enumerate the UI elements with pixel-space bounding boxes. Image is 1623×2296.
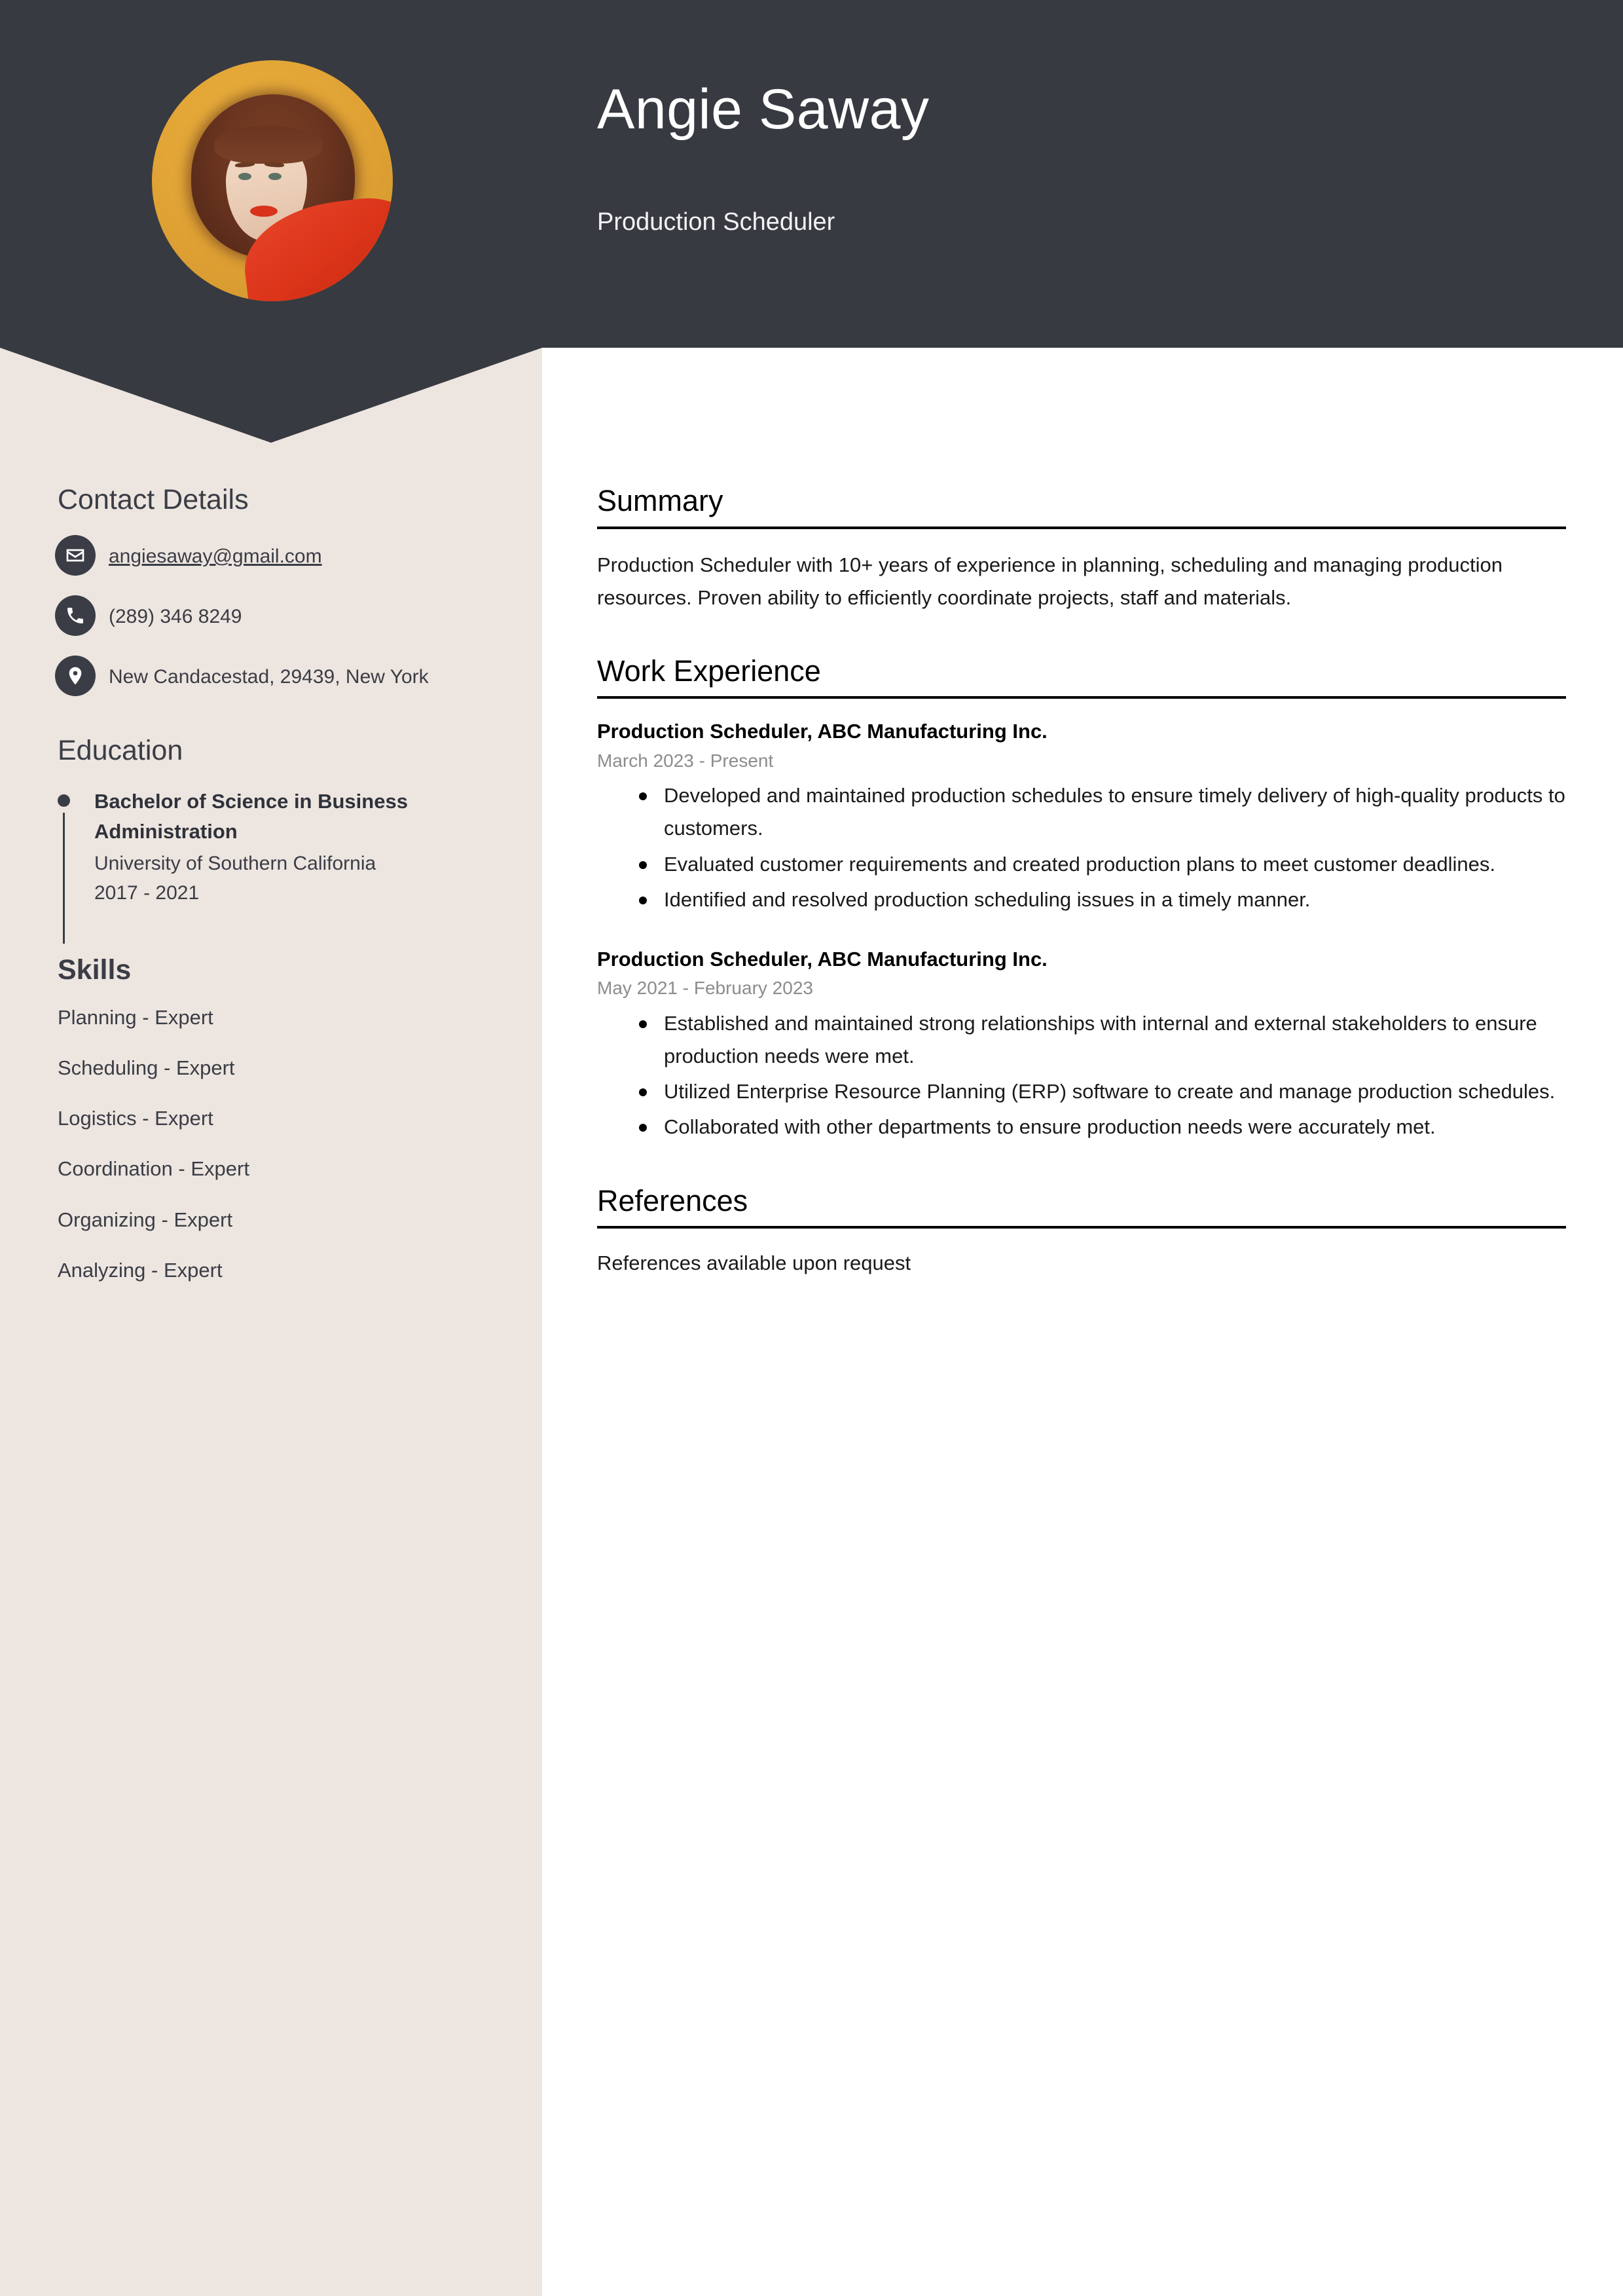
job-dates: March 2023 - Present (597, 750, 774, 771)
work-experience-divider (597, 696, 1566, 699)
avatar-bangs (214, 126, 322, 164)
summary-heading: Summary (597, 484, 723, 517)
references-text: References available upon request (597, 1251, 911, 1275)
avatar (152, 60, 393, 301)
job-title: Production Scheduler, ABC Manufacturing … (597, 948, 1048, 971)
summary-divider (597, 526, 1566, 529)
summary-text: Production Scheduler with 10+ years of e… (597, 553, 1503, 609)
main-content: Summary Production Scheduler with 10+ ye… (597, 485, 1566, 1320)
candidate-name: Angie Saway (597, 78, 930, 141)
job-entry: Production Scheduler, ABC Manufacturing … (597, 946, 1566, 1144)
contact-email-value[interactable]: angiesaway@gmail.com (109, 535, 322, 571)
references-section: References References available upon req… (597, 1185, 1566, 1279)
skills-heading: Skills (58, 954, 132, 986)
education-section: Education Bachelor of Science in Busines… (0, 735, 542, 944)
phone-icon (55, 595, 96, 637)
job-bullet: Established and maintained strong relati… (639, 1007, 1566, 1073)
job-bullet: Evaluated customer requirements and crea… (639, 848, 1566, 881)
education-bullet-icon (58, 794, 70, 807)
education-item: Bachelor of Science in Business Administ… (58, 787, 513, 944)
job-title: Production Scheduler, ABC Manufacturing … (597, 720, 1048, 743)
job-entry: Production Scheduler, ABC Manufacturing … (597, 718, 1566, 916)
contact-item-phone[interactable]: (289) 346 8249 (55, 595, 487, 637)
skill-item: Planning - Expert (58, 1005, 213, 1029)
references-divider (597, 1226, 1566, 1229)
job-bullet: Developed and maintained production sche… (639, 779, 1566, 845)
skill-item: Analyzing - Expert (58, 1258, 223, 1282)
education-school: University of Southern California (94, 852, 376, 874)
contact-item-email[interactable]: angiesaway@gmail.com (55, 535, 487, 576)
avatar-eye-right (268, 173, 282, 180)
work-experience-heading: Work Experience (597, 654, 821, 688)
sidebar: Contact Details angiesaway@gmail.com (28… (0, 484, 542, 1308)
contact-address-value: New Candacestad, 29439, New York (109, 666, 429, 688)
contact-details-heading: Contact Details (58, 484, 249, 515)
avatar-eye-left (238, 173, 251, 180)
education-dates: 2017 - 2021 (94, 881, 200, 904)
job-bullet: Collaborated with other departments to e… (639, 1111, 1566, 1143)
avatar-lips (250, 206, 278, 217)
envelope-icon (55, 535, 96, 576)
job-bullet-list: Established and maintained strong relati… (597, 1007, 1566, 1144)
education-heading: Education (58, 735, 183, 767)
contact-phone-value: (289) 346 8249 (109, 606, 242, 628)
contact-details-section: Contact Details angiesaway@gmail.com (28… (0, 484, 542, 697)
skill-item: Coordination - Expert (58, 1157, 249, 1181)
education-timeline-line (63, 812, 65, 944)
location-pin-icon (55, 656, 96, 697)
job-dates: May 2021 - February 2023 (597, 978, 813, 999)
skill-item: Scheduling - Expert (58, 1056, 235, 1080)
job-bullet: Utilized Enterprise Resource Planning (E… (639, 1075, 1566, 1108)
skill-item: Logistics - Expert (58, 1107, 213, 1130)
skill-item: Organizing - Expert (58, 1208, 233, 1231)
candidate-job-title: Production Scheduler (597, 208, 835, 236)
education-degree: Bachelor of Science in Business Administ… (94, 789, 408, 843)
job-bullet-list: Developed and maintained production sche… (597, 779, 1566, 916)
job-bullet: Identified and resolved production sched… (639, 883, 1566, 916)
work-experience-section: Work Experience Production Scheduler, AB… (597, 655, 1566, 1144)
contact-item-address: New Candacestad, 29439, New York (55, 656, 487, 697)
references-heading: References (597, 1183, 748, 1217)
summary-section: Summary Production Scheduler with 10+ ye… (597, 485, 1566, 614)
contact-list: angiesaway@gmail.com (289) 346 8249 New … (0, 535, 542, 697)
skills-list: Planning - Expert Scheduling - Expert Lo… (0, 1005, 542, 1282)
skills-section: Skills Planning - Expert Scheduling - Ex… (0, 954, 542, 1282)
